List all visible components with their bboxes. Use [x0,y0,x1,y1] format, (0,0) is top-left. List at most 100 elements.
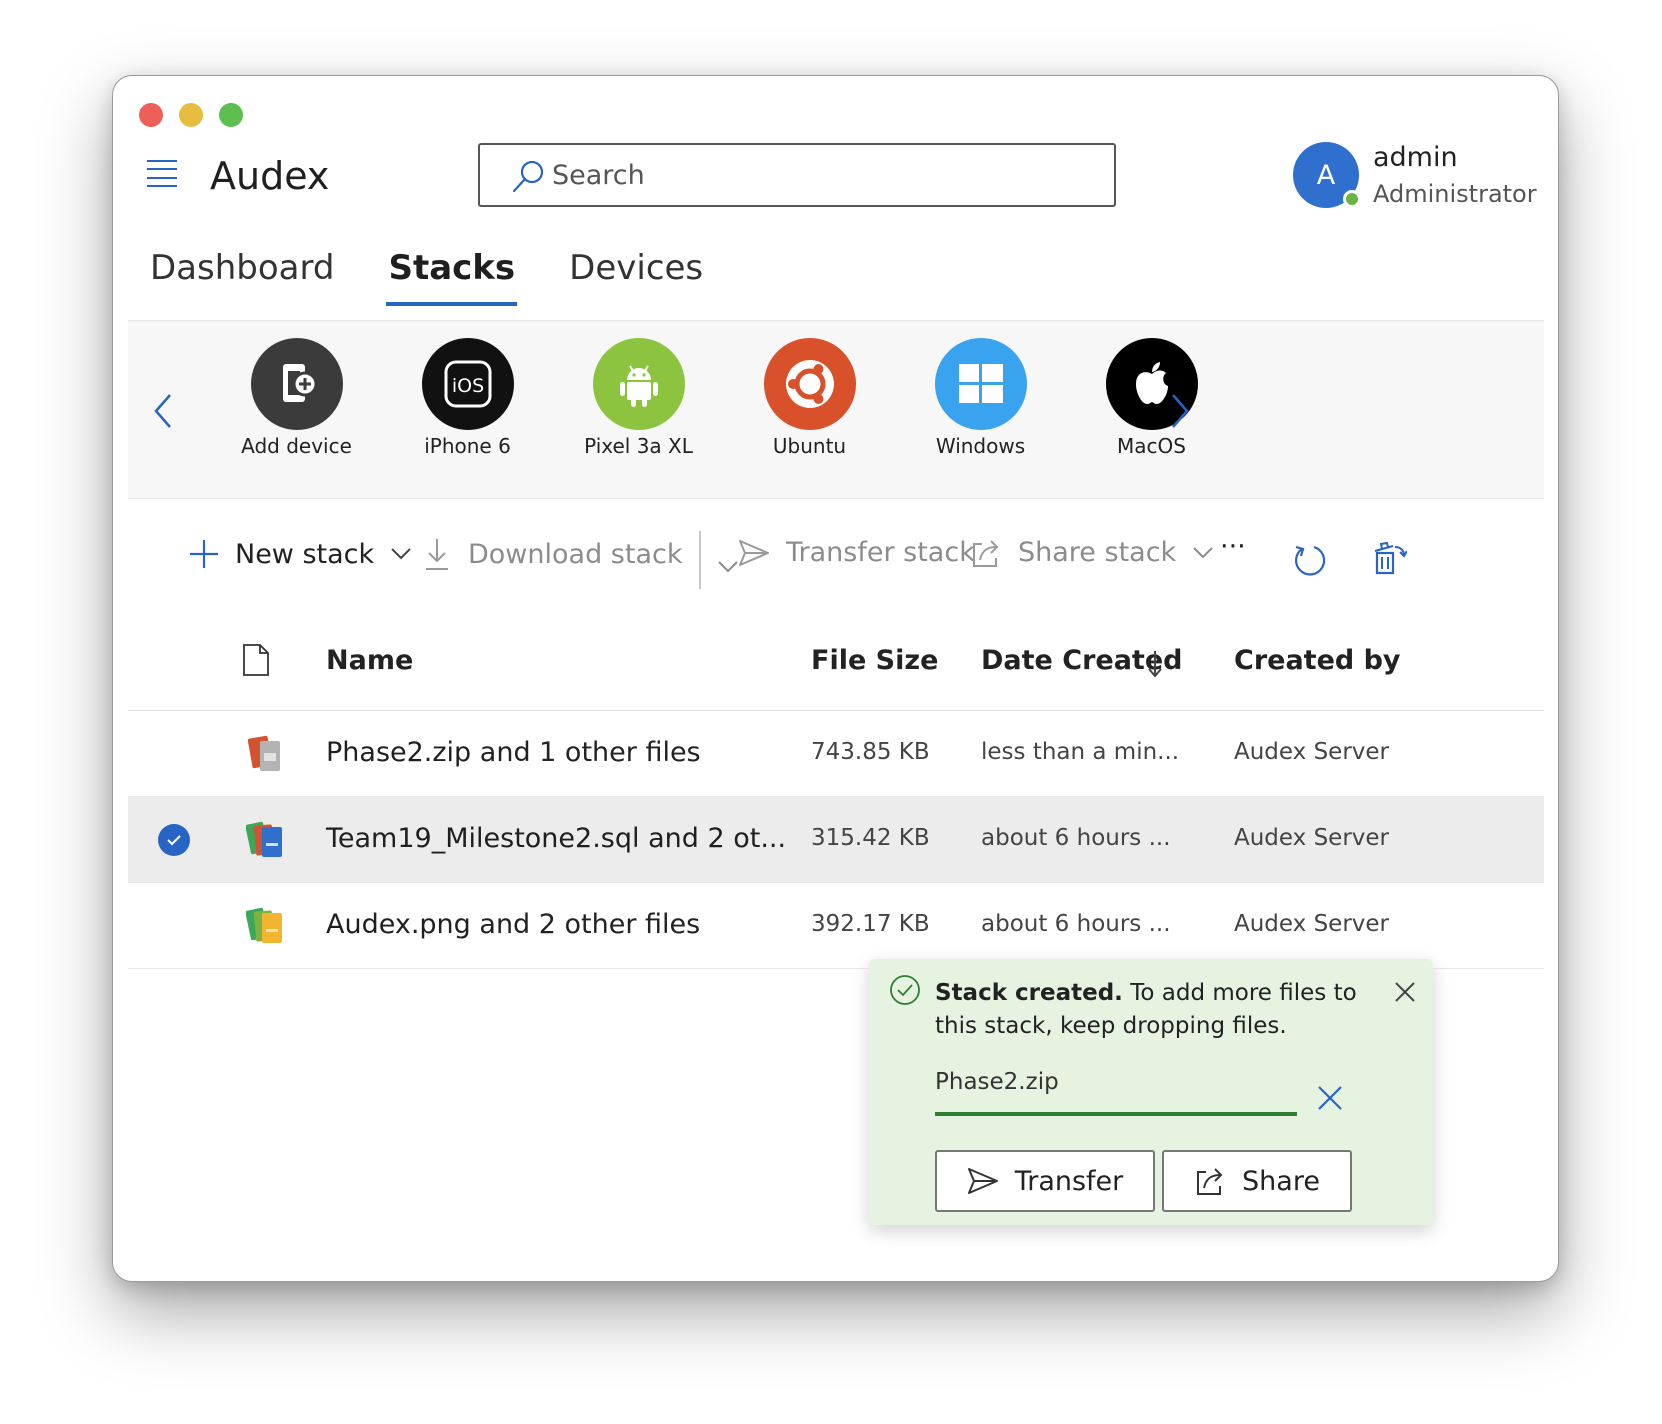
device-ubuntu[interactable]: Ubuntu [724,338,895,458]
plus-icon [190,540,218,568]
upload-progress-fill [935,1112,1297,1116]
column-header-file-size[interactable]: File Size [811,645,938,676]
stacks-table: Name File Size Date Created Created by P… [128,603,1544,969]
device-label: Add device [241,434,352,458]
tab-stacks[interactable]: Stacks [386,248,517,306]
download-stack-button[interactable]: Download stack [424,537,682,571]
row-name-rest: and 2 other files [470,909,701,940]
svg-text:iOS: iOS [451,375,483,397]
minimize-window-button[interactable] [179,103,203,127]
row-created-by: Audex Server [1234,739,1390,765]
close-icon[interactable] [1394,981,1416,1003]
column-header-name[interactable]: Name [326,645,413,676]
app-window: Audex A admin Administrator Dashboard St… [112,75,1559,1282]
presence-status-icon [1343,190,1361,208]
row-date: less than a min... [981,739,1180,765]
new-stack-label: New stack [235,538,375,570]
row-created-by: Audex Server [1234,825,1390,851]
row-checkmark-icon[interactable] [158,824,190,856]
transfer-stack-button[interactable]: Transfer stack [738,537,975,568]
command-bar: New stack Download stack Transfer stack [113,523,1558,593]
table-row[interactable]: Phase2.zip and 1 other files 743.85 KB l… [128,711,1544,797]
device-pixel[interactable]: Pixel 3a XL [553,338,724,458]
stack-created-toast: Stack created. To add more files to this… [869,959,1433,1225]
tab-devices[interactable]: Devices [569,248,703,306]
upload-progress-bar [935,1112,1297,1116]
chevron-down-icon[interactable] [1192,546,1214,560]
device-label: iPhone 6 [424,434,511,458]
share-icon [973,539,999,567]
row-name-rest: and 1 other files [471,737,701,768]
transfer-stack-label: Transfer stack [786,537,975,568]
success-check-icon [890,975,920,1005]
windows-icon [934,338,1027,430]
share-button[interactable]: Share [1162,1150,1352,1212]
chevron-down-icon[interactable] [717,560,739,574]
row-name-main: Team19_Milestone2.sql [326,823,640,854]
user-name: admin [1373,142,1458,173]
user-role: Administrator [1373,180,1537,208]
download-stack-label: Download stack [468,538,683,570]
more-icon: ··· [1220,531,1246,562]
table-row[interactable]: Team19_Milestone2.sql and 2 ot... 315.42… [128,797,1544,883]
row-size: 743.85 KB [811,739,930,765]
row-name-main: Audex.png [326,909,471,940]
row-date: about 6 hours ... [981,825,1171,851]
device-windows[interactable]: Windows [895,338,1066,458]
window-controls [139,103,243,127]
device-label: MacOS [1117,434,1186,458]
ubuntu-icon [763,338,856,430]
toast-file-name: Phase2.zip [935,1069,1059,1095]
row-name: Audex.png and 2 other files [326,909,700,940]
file-type-icon[interactable] [242,643,270,677]
new-stack-button[interactable]: New stack [187,537,412,571]
share-button-label: Share [1242,1165,1320,1197]
toolbar-separator [699,531,701,589]
tab-dashboard[interactable]: Dashboard [150,248,334,306]
device-label: Ubuntu [772,434,847,458]
chevron-left-icon[interactable] [148,391,178,431]
transfer-button[interactable]: Transfer [935,1150,1155,1212]
transfer-button-label: Transfer [1014,1165,1124,1197]
ios-icon: iOS [421,338,514,430]
hamburger-menu-icon[interactable] [147,160,177,188]
main-tabs: Dashboard Stacks Devices [150,248,757,306]
close-window-button[interactable] [139,103,163,127]
row-name-main: Phase2.zip [326,737,472,768]
refresh-icon[interactable] [1293,543,1327,577]
row-name: Team19_Milestone2.sql and 2 ot... [326,823,786,854]
device-strip: Add device iOS iPhone 6 Pixel 3a XL Ubun… [128,321,1544,499]
search-input[interactable] [552,159,1072,191]
maximize-window-button[interactable] [219,103,243,127]
device-list: Add device iOS iPhone 6 Pixel 3a XL Ubun… [211,338,1237,458]
device-iphone[interactable]: iOS iPhone 6 [382,338,553,458]
row-name-rest: and 2 ot... [639,823,787,854]
remove-file-icon[interactable] [1316,1084,1344,1112]
sort-descending-icon[interactable] [1147,649,1163,679]
more-options-button[interactable]: ··· [1220,531,1246,562]
app-title: Audex [210,154,330,198]
table-row[interactable]: Audex.png and 2 other files 392.17 KB ab… [128,883,1544,969]
search-icon [512,160,544,193]
add-device-icon [250,338,343,430]
device-add[interactable]: Add device [211,338,382,458]
stack-yellow-icon [246,907,282,943]
send-icon [739,539,769,566]
table-header: Name File Size Date Created Created by [128,603,1544,711]
share-stack-button[interactable]: Share stack [970,537,1214,568]
row-created-by: Audex Server [1234,911,1390,937]
row-size: 392.17 KB [811,911,930,937]
device-label: Windows [935,434,1026,458]
send-icon [967,1168,998,1194]
row-name: Phase2.zip and 1 other files [326,737,701,768]
chevron-right-icon[interactable] [1165,391,1195,431]
recycle-bin-icon[interactable] [1371,541,1407,577]
share-icon [1197,1168,1223,1195]
stack-red-icon [247,735,280,771]
device-label: Pixel 3a XL [584,434,693,458]
search-box[interactable] [478,143,1116,207]
column-header-created-by[interactable]: Created by [1234,645,1401,676]
chevron-down-icon[interactable] [390,547,412,561]
row-size: 315.42 KB [811,825,930,851]
device-macos[interactable]: MacOS [1066,338,1237,458]
